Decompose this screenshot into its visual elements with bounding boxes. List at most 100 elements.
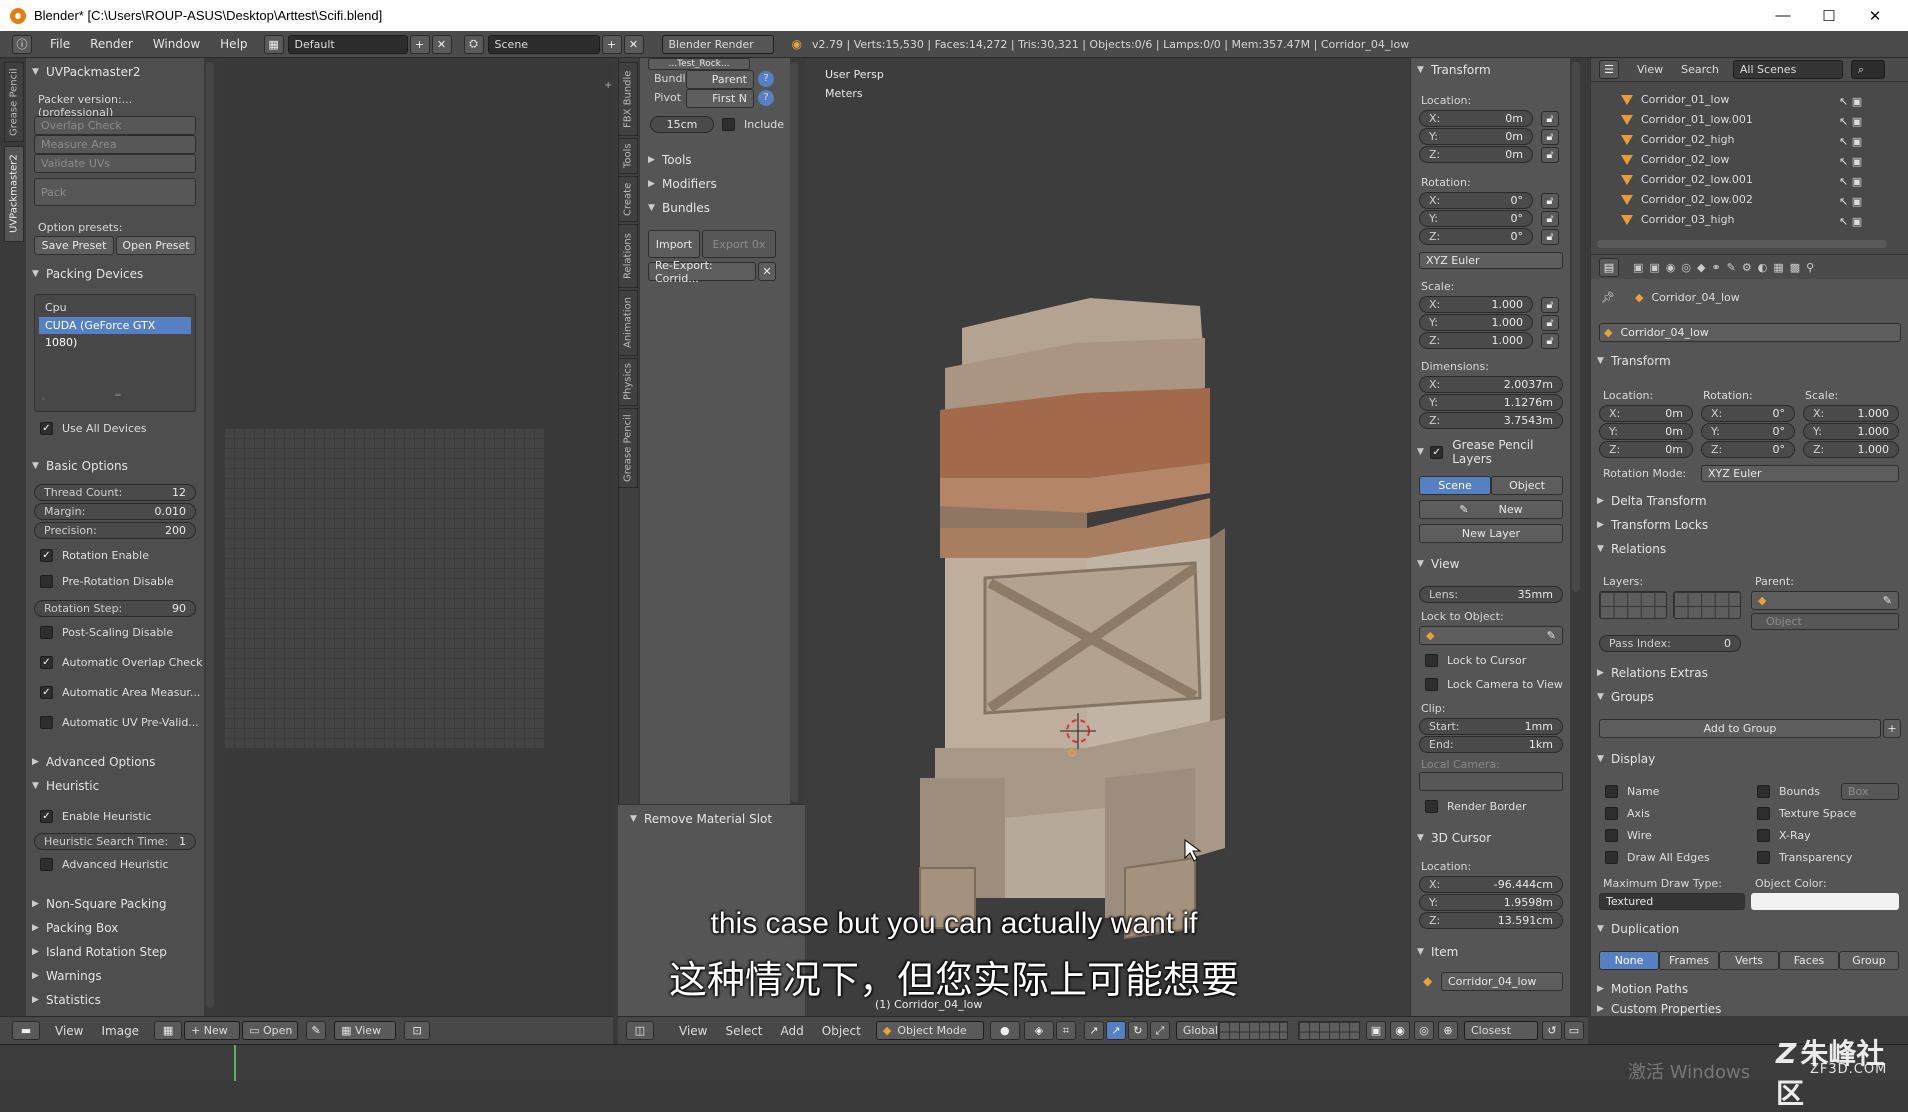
tools-header[interactable]: ▶ Tools: [648, 150, 692, 170]
render-engine-select[interactable]: Blender Render: [661, 34, 774, 54]
prop-loc-y[interactable]: Y: 0m: [1599, 423, 1693, 440]
outliner-search-menu[interactable]: Search: [1681, 63, 1719, 76]
n-scale-z[interactable]: Z: 1.000: [1419, 332, 1533, 349]
heuristic-header[interactable]: ▼ Heuristic: [32, 776, 99, 796]
xray-checkbox[interactable]: X-Ray: [1757, 829, 1811, 842]
outliner-row[interactable]: Corridor_02_high: [1621, 130, 1735, 149]
viewport-editor-type-icon[interactable]: ◫: [626, 1021, 654, 1040]
packing-devices-header[interactable]: ▼ Packing Devices: [32, 264, 143, 284]
reexport-close-icon[interactable]: ✕: [758, 262, 776, 281]
n-transform-header[interactable]: ▼ Transform: [1417, 60, 1491, 80]
toolshelf-scrollbar[interactable]: [790, 62, 798, 802]
uv-editor-type-icon[interactable]: ▬: [12, 1021, 40, 1040]
enable-heuristic-checkbox[interactable]: ✓ Enable Heuristic: [40, 810, 152, 823]
outliner-row[interactable]: Corridor_01_low.001: [1621, 110, 1753, 129]
cursor-x[interactable]: X: -96.444cm: [1419, 876, 1563, 893]
help-icon[interactable]: ?: [758, 71, 774, 87]
pre-rotation-disable-checkbox[interactable]: Pre-Rotation Disable: [40, 575, 174, 588]
prop-scale-x[interactable]: X: 1.000: [1803, 405, 1899, 422]
menu-help[interactable]: Help: [210, 37, 257, 51]
basic-options-header[interactable]: ▼ Basic Options: [32, 456, 128, 476]
gp-scene-button[interactable]: Scene: [1419, 476, 1491, 495]
prop-scale-z[interactable]: Z: 1.000: [1803, 441, 1899, 458]
scene-remove-icon[interactable]: ✕: [623, 34, 644, 54]
manipulator-icon[interactable]: ⌗: [1055, 1021, 1076, 1040]
outliner-row[interactable]: Corridor_02_low.001: [1621, 170, 1753, 189]
layers-grid-left[interactable]: [1599, 591, 1667, 619]
rotate-tool-icon[interactable]: ↻: [1127, 1021, 1148, 1040]
3d-cursor-header[interactable]: ▼ 3D Cursor: [1417, 828, 1491, 848]
relations-header[interactable]: ▼ Relations: [1597, 539, 1666, 559]
3d-viewport[interactable]: User Persp Meters (1) Corridor_04_low: [805, 58, 1410, 1016]
open-preset-button[interactable]: Open Preset: [116, 236, 196, 255]
gp-new-layer-button[interactable]: New Layer: [1419, 524, 1563, 543]
auto-overlap-check-checkbox[interactable]: ✓ Automatic Overlap Check: [40, 656, 202, 669]
lock-rot-x-icon[interactable]: 🔓︎: [1541, 193, 1559, 209]
lock-camera-checkbox[interactable]: Lock Camera to View: [1425, 678, 1563, 691]
prop-rot-z[interactable]: Z: 0°: [1701, 441, 1795, 458]
display-bounds-checkbox[interactable]: Bounds: [1757, 785, 1820, 798]
local-camera-field[interactable]: [1419, 772, 1563, 791]
tab-grease-pencil[interactable]: Grease Pencil: [4, 62, 24, 142]
lock-rot-y-icon[interactable]: 🔓︎: [1541, 211, 1559, 227]
lock-scale-z-icon[interactable]: 🔓︎: [1541, 333, 1559, 349]
uv-view-select[interactable]: ▦ View: [334, 1021, 397, 1040]
snap-target-select[interactable]: Closest: [1464, 1021, 1538, 1040]
bundle-name-field[interactable]: ...Test_Rock...: [648, 58, 750, 70]
viewport-select-menu[interactable]: Select: [716, 1024, 771, 1038]
layers-grid-right[interactable]: [1673, 591, 1741, 619]
prop-rot-y[interactable]: Y: 0°: [1701, 423, 1795, 440]
display-axis-checkbox[interactable]: Axis: [1605, 807, 1650, 820]
add-group-icon[interactable]: +: [1883, 719, 1901, 738]
shading-select-icon[interactable]: ●: [989, 1021, 1020, 1040]
gp-layers-header[interactable]: ▼ ✓ Grease Pencil Layers: [1417, 438, 1570, 466]
uv-view-menu[interactable]: View: [46, 1024, 92, 1038]
validate-uvs-button[interactable]: Validate UVs: [34, 154, 196, 173]
rotation-mode-select[interactable]: XYZ Euler: [1701, 465, 1899, 482]
remove-material-slot-header[interactable]: ▼ Remove Material Slot: [630, 809, 772, 829]
padding-size-field[interactable]: 15cm: [650, 116, 714, 133]
prop-loc-z[interactable]: Z: 0m: [1599, 441, 1693, 458]
bounds-type-select[interactable]: Box: [1841, 783, 1899, 800]
auto-area-measure-checkbox[interactable]: ✓ Automatic Area Measur...: [40, 686, 200, 699]
pin-icon[interactable]: 📌︎: [1601, 291, 1615, 304]
display-all-edges-checkbox[interactable]: Draw All Edges: [1605, 851, 1710, 864]
n-scale-x[interactable]: X: 1.000: [1419, 296, 1533, 313]
scene-add-icon[interactable]: +: [601, 34, 622, 54]
current-frame-marker[interactable]: [234, 1045, 236, 1081]
object-mode-select[interactable]: ◆ Object Mode: [875, 1021, 984, 1040]
pass-index-field[interactable]: Pass Index: 0: [1599, 635, 1741, 652]
uv-image-menu[interactable]: Image: [92, 1024, 148, 1038]
viewport-view-menu[interactable]: View: [670, 1024, 716, 1038]
viewport-add-menu[interactable]: Add: [772, 1024, 813, 1038]
transparency-checkbox[interactable]: Transparency: [1757, 851, 1852, 864]
proportional-edit-icon[interactable]: ◎: [1414, 1021, 1434, 1040]
viewport-layers-grid-2[interactable]: [1298, 1021, 1360, 1040]
n-dim-z[interactable]: Z: 3.7543m: [1419, 412, 1563, 429]
prop-rot-x[interactable]: X: 0°: [1701, 405, 1795, 422]
device-cpu[interactable]: Cpu: [39, 299, 191, 316]
lock-rot-z-icon[interactable]: 🔓︎: [1541, 229, 1559, 245]
outliner-row[interactable]: Corridor_01_low: [1621, 90, 1729, 109]
post-scaling-disable-checkbox[interactable]: Post-Scaling Disable: [40, 626, 173, 639]
advanced-heuristic-checkbox[interactable]: Advanced Heuristic: [40, 858, 169, 871]
n-panel-scrollbar[interactable]: [1572, 62, 1580, 592]
maximize-button[interactable]: ☐: [1806, 0, 1852, 31]
n-dim-y[interactable]: Y: 1.1276m: [1419, 394, 1563, 411]
lock-layers-icon[interactable]: ▣: [1366, 1021, 1386, 1040]
device-cuda[interactable]: CUDA (GeForce GTX 1080): [39, 317, 191, 349]
layout-field[interactable]: Default: [287, 34, 408, 54]
rotation-step-field[interactable]: Rotation Step: 90: [34, 600, 196, 617]
layout-add-icon[interactable]: +: [409, 34, 430, 54]
display-name-checkbox[interactable]: Name: [1605, 785, 1659, 798]
thread-count-field[interactable]: Thread Count: 12: [34, 484, 196, 501]
use-all-devices-checkbox[interactable]: ✓ Use All Devices: [40, 422, 147, 435]
tab-uvpackmaster2[interactable]: UVPackmaster2: [4, 146, 24, 242]
pivot-select[interactable]: First N: [686, 89, 754, 108]
n-dim-x[interactable]: X: 2.0037m: [1419, 376, 1563, 393]
display-header[interactable]: ▼ Display: [1597, 749, 1655, 769]
outliner-scenes-select[interactable]: All Scenes: [1732, 60, 1843, 79]
export-button[interactable]: Export 0x: [702, 230, 776, 258]
uvpack-scrollbar[interactable]: [206, 62, 214, 1008]
clip-end-field[interactable]: End: 1km: [1419, 736, 1563, 753]
